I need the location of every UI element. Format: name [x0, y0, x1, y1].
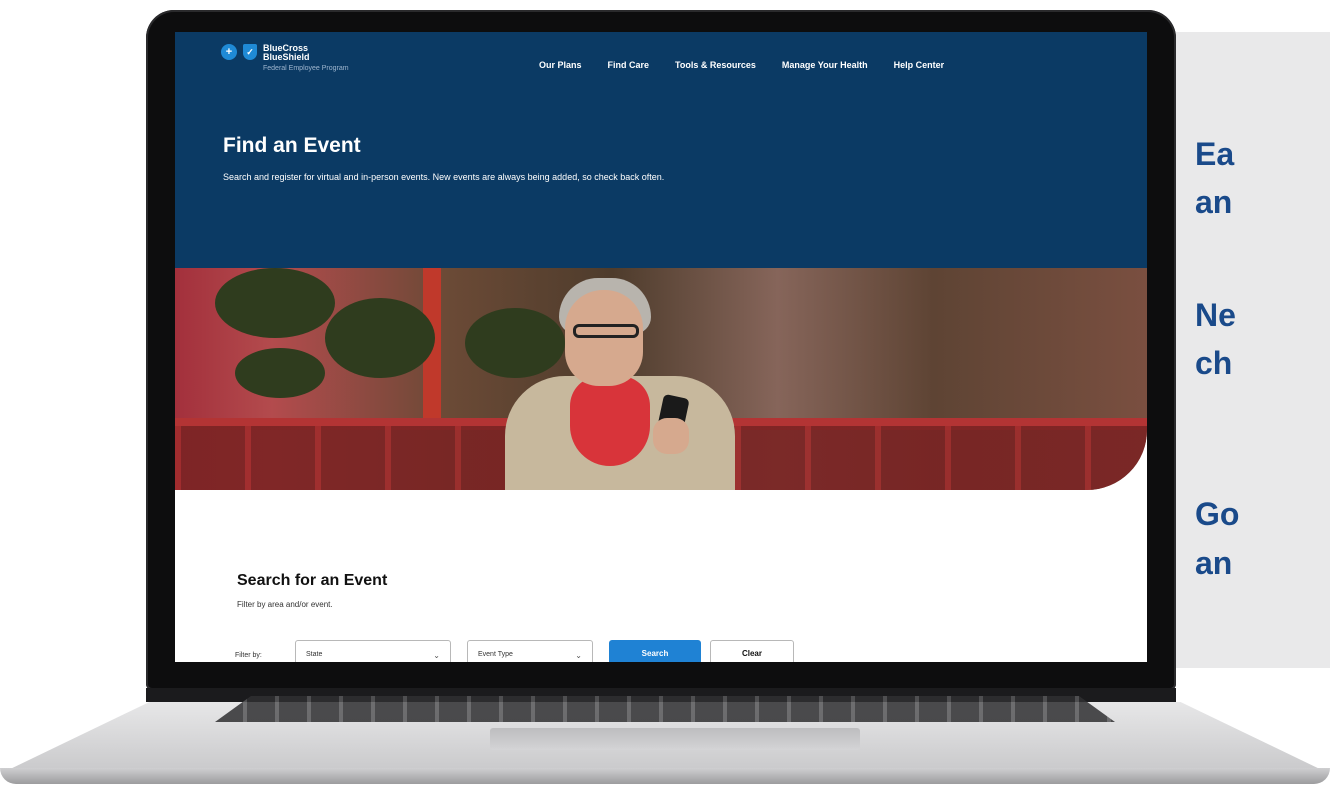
chevron-down-icon: ⌄ [575, 651, 582, 660]
shield-logo-icon: ✓ [243, 44, 257, 60]
state-select[interactable]: State ⌄ [295, 640, 451, 662]
side-text-line-5: Go [1195, 496, 1240, 532]
logo-line-3: Federal Employee Program [263, 65, 349, 72]
side-panel [1150, 32, 1330, 668]
hero-photo [175, 268, 1147, 490]
nav-help-center[interactable]: Help Center [894, 60, 945, 70]
laptop-keyboard [215, 696, 1115, 722]
photo-tree [325, 298, 435, 378]
clear-button[interactable]: Clear [710, 640, 794, 662]
photo-tree [235, 348, 325, 398]
laptop-trackpad [490, 728, 860, 750]
side-text-line-1: Ea [1195, 136, 1235, 172]
page-title: Find an Event [223, 134, 361, 157]
cross-logo-icon: + [221, 44, 237, 60]
site-logo[interactable]: + ✓ BlueCross BlueShield Federal Employe… [221, 44, 349, 73]
photo-person-face [565, 290, 643, 386]
filter-label: Filter by: [235, 652, 262, 659]
chevron-down-icon: ⌄ [433, 651, 440, 660]
photo-person-glasses [573, 324, 639, 338]
side-text-line-3: Ne [1195, 297, 1236, 333]
photo-hand [653, 418, 689, 454]
photo-person-scarf [570, 376, 650, 466]
event-type-select-value: Event Type [478, 651, 513, 658]
search-description: Filter by area and/or event. [237, 600, 333, 609]
search-section: Search for an Event Filter by area and/o… [175, 490, 1147, 662]
nav-our-plans[interactable]: Our Plans [539, 60, 582, 70]
side-text-line-4: ch [1195, 345, 1233, 381]
side-text-line-6: an [1195, 545, 1233, 581]
laptop-base-edge [0, 768, 1330, 784]
nav-tools-resources[interactable]: Tools & Resources [675, 60, 756, 70]
laptop-screen: + ✓ BlueCross BlueShield Federal Employe… [175, 32, 1147, 662]
page-description: Search and register for virtual and in-p… [223, 172, 665, 182]
site-header: + ✓ BlueCross BlueShield Federal Employe… [175, 32, 1147, 268]
logo-text: BlueCross BlueShield Federal Employee Pr… [263, 44, 349, 73]
nav-manage-your-health[interactable]: Manage Your Health [782, 60, 868, 70]
state-select-value: State [306, 651, 323, 658]
photo-tree [465, 308, 565, 378]
main-nav: Our Plans Find Care Tools & Resources Ma… [539, 60, 970, 70]
search-title: Search for an Event [237, 572, 388, 589]
event-type-select[interactable]: Event Type ⌄ [467, 640, 593, 662]
side-text-line-2: an [1195, 184, 1233, 220]
nav-find-care[interactable]: Find Care [608, 60, 650, 70]
search-button[interactable]: Search [609, 640, 701, 662]
photo-tree [215, 268, 335, 338]
logo-line-2: BlueShield [263, 52, 310, 62]
